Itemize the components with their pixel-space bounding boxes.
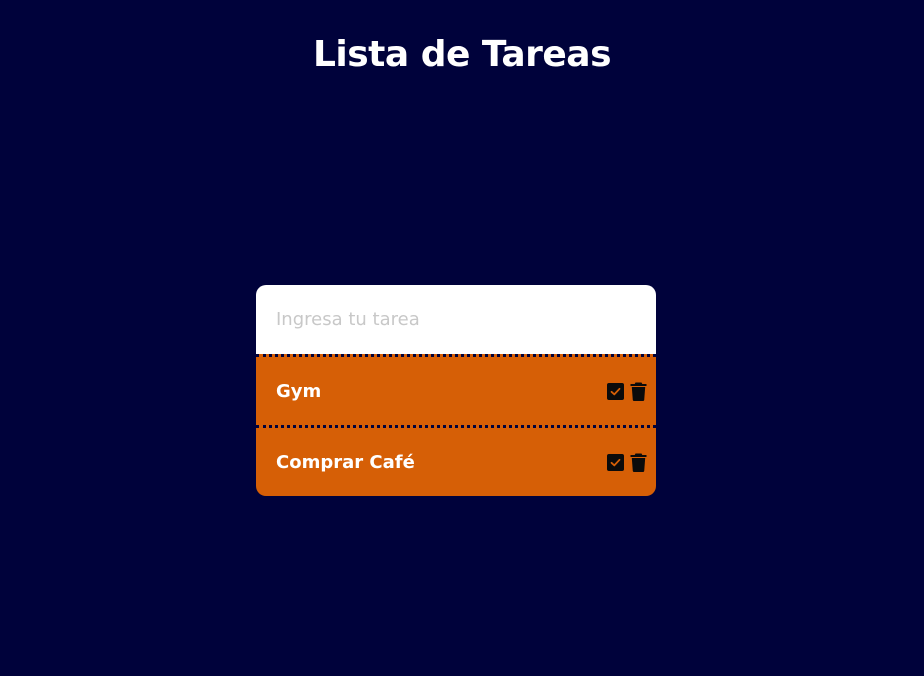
page: Lista de Tareas Gym bbox=[0, 0, 924, 676]
task-text: Gym bbox=[276, 380, 322, 402]
task-list: Gym Comprar Café bbox=[256, 354, 656, 496]
page-title: Lista de Tareas bbox=[312, 34, 612, 75]
list-item: Comprar Café bbox=[256, 425, 656, 496]
list-item: Gym bbox=[256, 354, 656, 425]
task-input[interactable] bbox=[256, 285, 656, 354]
check-square-icon[interactable] bbox=[607, 382, 624, 400]
task-text: Comprar Café bbox=[276, 451, 415, 473]
trash-icon[interactable] bbox=[630, 452, 647, 472]
task-actions bbox=[607, 452, 647, 472]
task-actions bbox=[607, 381, 647, 401]
todo-card: Gym bbox=[256, 285, 656, 496]
check-square-icon[interactable] bbox=[607, 453, 624, 471]
trash-icon[interactable] bbox=[630, 381, 647, 401]
